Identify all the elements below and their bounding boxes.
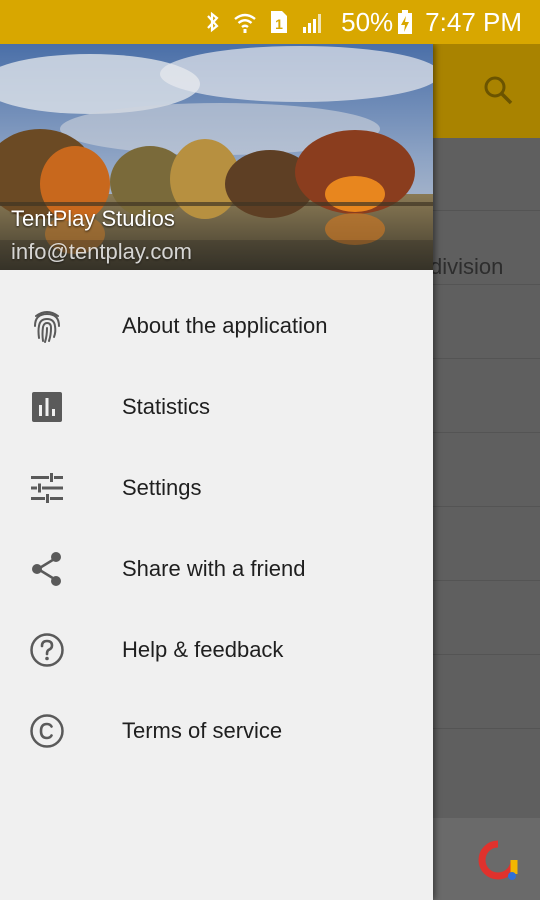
menu-label: Statistics xyxy=(122,393,211,419)
search-icon[interactable] xyxy=(482,74,514,111)
drawer-menu: About the application Statistics Setting… xyxy=(0,285,433,771)
clock: 7:47 PM xyxy=(425,6,522,37)
account-email: info@tentplay.com xyxy=(11,239,192,264)
menu-label: Help & feedback xyxy=(122,636,284,662)
status-bar: 1 50% 7:47 PM xyxy=(0,0,540,44)
wifi-icon xyxy=(233,10,257,34)
battery-percent: 50% xyxy=(341,6,394,37)
ad-logo-icon[interactable] xyxy=(476,838,520,887)
copyright-icon xyxy=(23,707,71,755)
menu-item-terms[interactable]: Terms of service xyxy=(0,690,433,771)
fingerprint-icon xyxy=(23,302,71,350)
menu-item-statistics[interactable]: Statistics xyxy=(0,366,433,447)
menu-item-share[interactable]: Share with a friend xyxy=(0,528,433,609)
share-icon xyxy=(23,545,71,593)
account-name: TentPlay Studios xyxy=(11,206,175,231)
sim-card-icon: 1 xyxy=(269,9,289,35)
tune-sliders-icon xyxy=(23,464,71,512)
menu-item-help[interactable]: Help & feedback xyxy=(0,609,433,690)
list-item-text: division xyxy=(430,254,504,279)
signal-icon xyxy=(301,10,325,34)
battery-charging-icon xyxy=(397,9,413,35)
bluetooth-icon xyxy=(205,10,221,34)
header-landscape-image xyxy=(0,44,433,270)
navigation-drawer: TentPlay Studios info@tentplay.com About… xyxy=(0,44,433,900)
menu-item-about[interactable]: About the application xyxy=(0,285,433,366)
menu-label: Share with a friend xyxy=(122,555,306,581)
menu-label: About the application xyxy=(122,312,328,338)
drawer-header: TentPlay Studios info@tentplay.com xyxy=(0,44,433,270)
bar-chart-icon xyxy=(23,383,71,431)
menu-label: Terms of service xyxy=(122,717,283,743)
menu-label: Settings xyxy=(122,474,202,500)
svg-text:1: 1 xyxy=(275,16,283,32)
menu-item-settings[interactable]: Settings xyxy=(0,447,433,528)
help-circle-icon xyxy=(23,626,71,674)
